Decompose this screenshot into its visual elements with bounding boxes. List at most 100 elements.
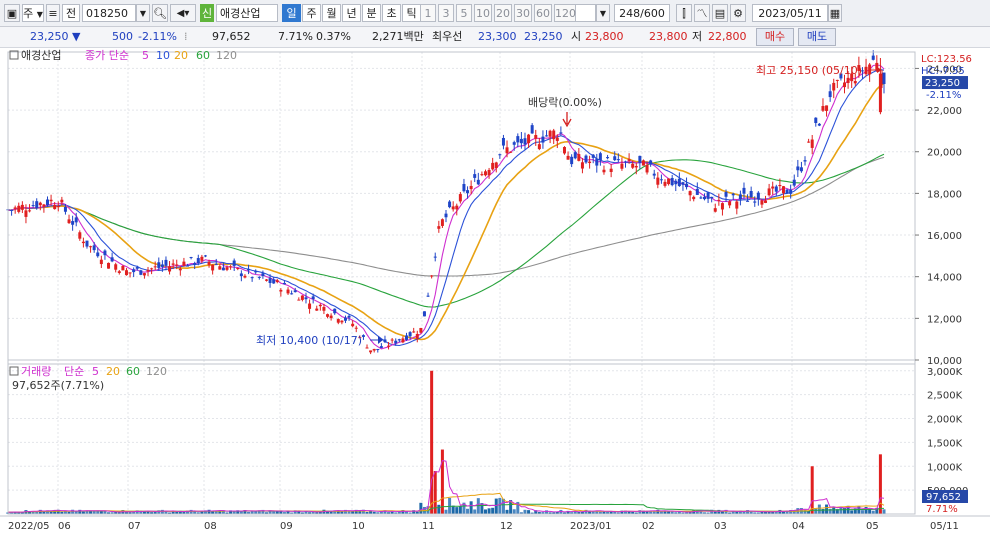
volume-ratio: 0.37% xyxy=(316,30,351,43)
candle-body xyxy=(663,181,667,186)
candle-body xyxy=(620,163,624,169)
candle-body xyxy=(807,141,811,143)
candle-body xyxy=(110,257,114,262)
sell-button[interactable]: 매도 xyxy=(798,28,836,46)
line-chart-icon[interactable]: 〽 xyxy=(694,4,710,22)
volume-bar xyxy=(444,509,448,514)
down-arrow-icon: ▼ xyxy=(72,30,81,43)
candle-body xyxy=(832,82,836,91)
stock-code-input[interactable]: 018250 xyxy=(82,4,136,22)
period-tab-6[interactable]: 틱 xyxy=(402,4,421,22)
candle-body xyxy=(645,164,649,173)
current-volume-pct: 7.71% xyxy=(926,504,958,515)
candle-body xyxy=(753,201,757,203)
interval-button-120[interactable]: 120 xyxy=(554,4,576,22)
candle-body xyxy=(182,261,186,266)
trade-amount: 2,271백만 xyxy=(372,30,424,43)
hc-label: HC:-7.55 xyxy=(921,66,965,77)
open-label: 시 xyxy=(571,30,582,43)
candle-body xyxy=(584,155,588,163)
interval-button-3[interactable]: 3 xyxy=(438,4,454,22)
stock-chart[interactable]: 24,00022,00020,00018,00016,00014,00012,0… xyxy=(0,48,990,537)
price-tick-label: 16,000 xyxy=(927,231,962,242)
date-field[interactable]: 2023/05/11 xyxy=(752,4,828,22)
buy-button[interactable]: 매수 xyxy=(756,28,794,46)
candle-body xyxy=(480,174,484,176)
volume-bar xyxy=(638,510,642,514)
candle-body xyxy=(541,136,545,143)
low-price: 22,800 xyxy=(708,30,747,43)
period-tab-1[interactable]: 주 xyxy=(302,4,321,22)
list-icon[interactable]: ≡ xyxy=(46,4,60,22)
speaker-icon[interactable]: ◀▾ xyxy=(170,4,196,22)
x-axis-label: 09 xyxy=(280,521,293,532)
candle-body xyxy=(519,138,523,144)
count-field[interactable]: 248/600 xyxy=(614,4,670,22)
price-tick-label: 14,000 xyxy=(927,273,962,284)
interval-button-60[interactable]: 60 xyxy=(534,4,552,22)
candle-body xyxy=(369,350,373,353)
candle-body xyxy=(760,200,764,205)
search-icon[interactable]: 🔍︎ xyxy=(152,4,168,22)
high-price: 23,800 xyxy=(649,30,688,43)
interval-button-1[interactable]: 1 xyxy=(420,4,436,22)
low-label: 저 xyxy=(692,30,703,43)
interval-button-10[interactable]: 10 xyxy=(474,4,492,22)
current-price: 23,250 xyxy=(30,30,69,43)
code-dropdown-chevron-icon[interactable]: ▼ xyxy=(136,4,150,22)
candle-body xyxy=(641,160,645,166)
interval-button-20[interactable]: 20 xyxy=(494,4,512,22)
volume-bar xyxy=(160,509,164,514)
candle-body xyxy=(573,152,577,159)
candle-body xyxy=(264,279,268,281)
candle-body xyxy=(695,188,699,195)
price-tick-label: 10,000 xyxy=(927,356,962,367)
period-tab-2[interactable]: 월 xyxy=(322,4,341,22)
candle-body xyxy=(372,348,376,351)
candle-body xyxy=(153,266,157,268)
period-select[interactable]: 주 ▼ xyxy=(22,4,44,22)
stock-name-field[interactable]: 애경산업 xyxy=(216,4,278,22)
candle-body xyxy=(624,161,628,163)
interval-button-30[interactable]: 30 xyxy=(514,4,532,22)
candle-body xyxy=(387,345,391,347)
toolbar: ▣ 주 ▼ ≡ 전 018250 ▼ 🔍︎ ◀▾ 신 애경산업 ▼ 248/60… xyxy=(0,0,990,27)
gear-icon[interactable]: ⚙ xyxy=(730,4,746,22)
window-icon[interactable]: ▣ xyxy=(4,4,20,22)
calendar-icon[interactable]: ▦ xyxy=(828,4,842,22)
candle-body xyxy=(268,278,272,283)
interval-button-5[interactable]: 5 xyxy=(456,4,472,22)
lc-label: LC:123.56 xyxy=(921,54,972,65)
price-change: 500 xyxy=(112,30,133,43)
candle-body xyxy=(580,162,584,169)
candle-body xyxy=(864,66,868,75)
volume-bar xyxy=(207,509,211,514)
candle-body xyxy=(814,117,818,123)
candle-icon[interactable]: ⫿ xyxy=(676,4,692,22)
x-axis-label: 11 xyxy=(422,521,435,532)
candle-body xyxy=(440,219,444,226)
candle-body xyxy=(469,185,473,190)
candle-body xyxy=(89,246,93,248)
interval-dropdown-chevron-icon[interactable]: ▼ xyxy=(596,4,610,22)
candle-body xyxy=(160,264,164,267)
candle-body xyxy=(10,209,14,211)
save-icon[interactable]: ▤ xyxy=(712,4,728,22)
volume-bar xyxy=(512,509,516,514)
period-tab-0[interactable]: 일 xyxy=(282,4,301,22)
priority-label: 최우선 xyxy=(432,30,463,43)
candle-body xyxy=(530,125,534,134)
candle-body xyxy=(318,304,322,307)
candle-body xyxy=(606,157,610,159)
chevron-down-icon: ▼ xyxy=(36,10,43,19)
period-tab-4[interactable]: 분 xyxy=(362,4,381,22)
chart-type-button[interactable]: 전 xyxy=(62,4,80,22)
candle-body xyxy=(135,267,139,269)
candle-body xyxy=(882,72,886,85)
candle-body xyxy=(31,205,35,207)
badge-new: 신 xyxy=(200,4,214,22)
candle-body xyxy=(405,335,409,340)
period-tab-3[interactable]: 년 xyxy=(342,4,361,22)
candle-body xyxy=(53,205,57,210)
period-tab-5[interactable]: 초 xyxy=(382,4,401,22)
